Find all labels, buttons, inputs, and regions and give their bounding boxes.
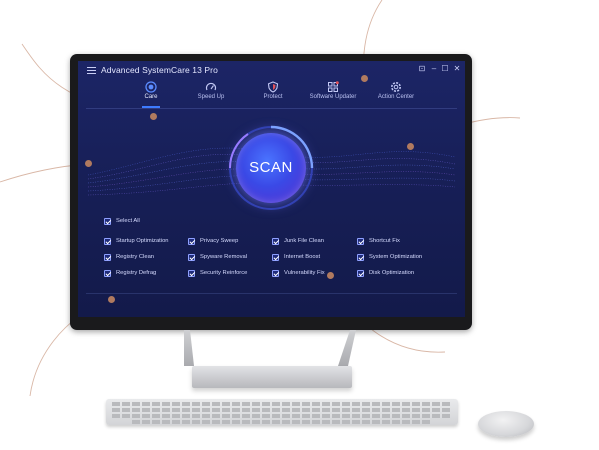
footer-divider bbox=[86, 293, 457, 294]
select-all-checkbox[interactable] bbox=[104, 218, 111, 225]
callout-dot bbox=[407, 143, 414, 150]
callout-dot bbox=[108, 296, 115, 303]
option-checkbox[interactable] bbox=[104, 270, 111, 277]
callout-dot bbox=[85, 160, 92, 167]
care-icon bbox=[145, 81, 157, 93]
scan-button-label: SCAN bbox=[249, 159, 293, 176]
option-label: Spyware Removal bbox=[200, 254, 248, 260]
minimize-icon[interactable]: – bbox=[429, 64, 439, 74]
option-label: Internet Boost bbox=[284, 254, 321, 260]
app-window: Advanced SystemCare 13 Pro ⊡ – ☐ ✕ Care … bbox=[78, 61, 465, 317]
callout-dot bbox=[361, 75, 368, 82]
key-row bbox=[112, 408, 452, 412]
tab-action-center[interactable]: Action Center bbox=[361, 79, 431, 100]
option-checkbox[interactable] bbox=[357, 270, 364, 277]
option-checkbox[interactable] bbox=[188, 238, 195, 245]
option-checkbox[interactable] bbox=[272, 238, 279, 245]
option-checkbox[interactable] bbox=[272, 270, 279, 277]
option-checkbox[interactable] bbox=[188, 270, 195, 277]
select-all-label: Select All bbox=[116, 218, 140, 224]
title-bar: Advanced SystemCare 13 Pro ⊡ – ☐ ✕ bbox=[78, 61, 465, 79]
tab-label: Software Updater bbox=[309, 94, 357, 100]
key-row bbox=[112, 414, 452, 418]
hamburger-menu-icon[interactable] bbox=[87, 67, 96, 74]
option-checkbox[interactable] bbox=[272, 254, 279, 261]
tab-speed-up[interactable]: Speed Up bbox=[176, 79, 246, 100]
option-checkbox[interactable] bbox=[357, 238, 364, 245]
gear-icon bbox=[391, 82, 401, 92]
option-label: Disk Optimization bbox=[369, 270, 415, 276]
key-row bbox=[112, 402, 452, 406]
option-label: Junk File Clean bbox=[284, 238, 324, 244]
store-icon[interactable]: ⊡ bbox=[417, 64, 427, 74]
shield-icon bbox=[267, 81, 279, 93]
option-label: Privacy Sweep bbox=[200, 238, 239, 244]
callout-dot bbox=[150, 113, 157, 120]
option-label: Startup Optimization bbox=[116, 238, 169, 244]
tab-label: Speed Up bbox=[197, 94, 225, 100]
maximize-icon[interactable]: ☐ bbox=[440, 64, 450, 74]
option-checkbox[interactable] bbox=[104, 238, 111, 245]
main-nav: Care Speed Up Protect Software Updater A… bbox=[78, 79, 465, 107]
option-checkbox[interactable] bbox=[104, 254, 111, 261]
option-checkbox[interactable] bbox=[188, 254, 195, 261]
scan-button[interactable]: SCAN bbox=[236, 133, 306, 203]
option-checkbox[interactable] bbox=[357, 254, 364, 261]
speedometer-icon bbox=[205, 82, 217, 91]
option-label: Registry Defrag bbox=[116, 270, 157, 276]
callout-dot bbox=[327, 272, 334, 279]
option-label: Shortcut Fix bbox=[369, 238, 400, 244]
tab-label: Action Center bbox=[377, 94, 415, 100]
app-title: Advanced SystemCare 13 Pro bbox=[101, 65, 218, 75]
keyboard bbox=[106, 399, 458, 425]
option-label: Security Reinforce bbox=[200, 270, 248, 276]
tab-software-updater[interactable]: Software Updater bbox=[298, 79, 368, 100]
option-label: Registry Clean bbox=[116, 254, 155, 260]
option-label: Vulnerability Fix bbox=[284, 270, 325, 276]
key-row bbox=[132, 420, 432, 424]
mouse bbox=[478, 411, 534, 437]
monitor-base bbox=[192, 366, 352, 388]
close-icon[interactable]: ✕ bbox=[452, 64, 462, 74]
option-label: System Optimization bbox=[369, 254, 423, 260]
update-icon bbox=[328, 81, 339, 92]
